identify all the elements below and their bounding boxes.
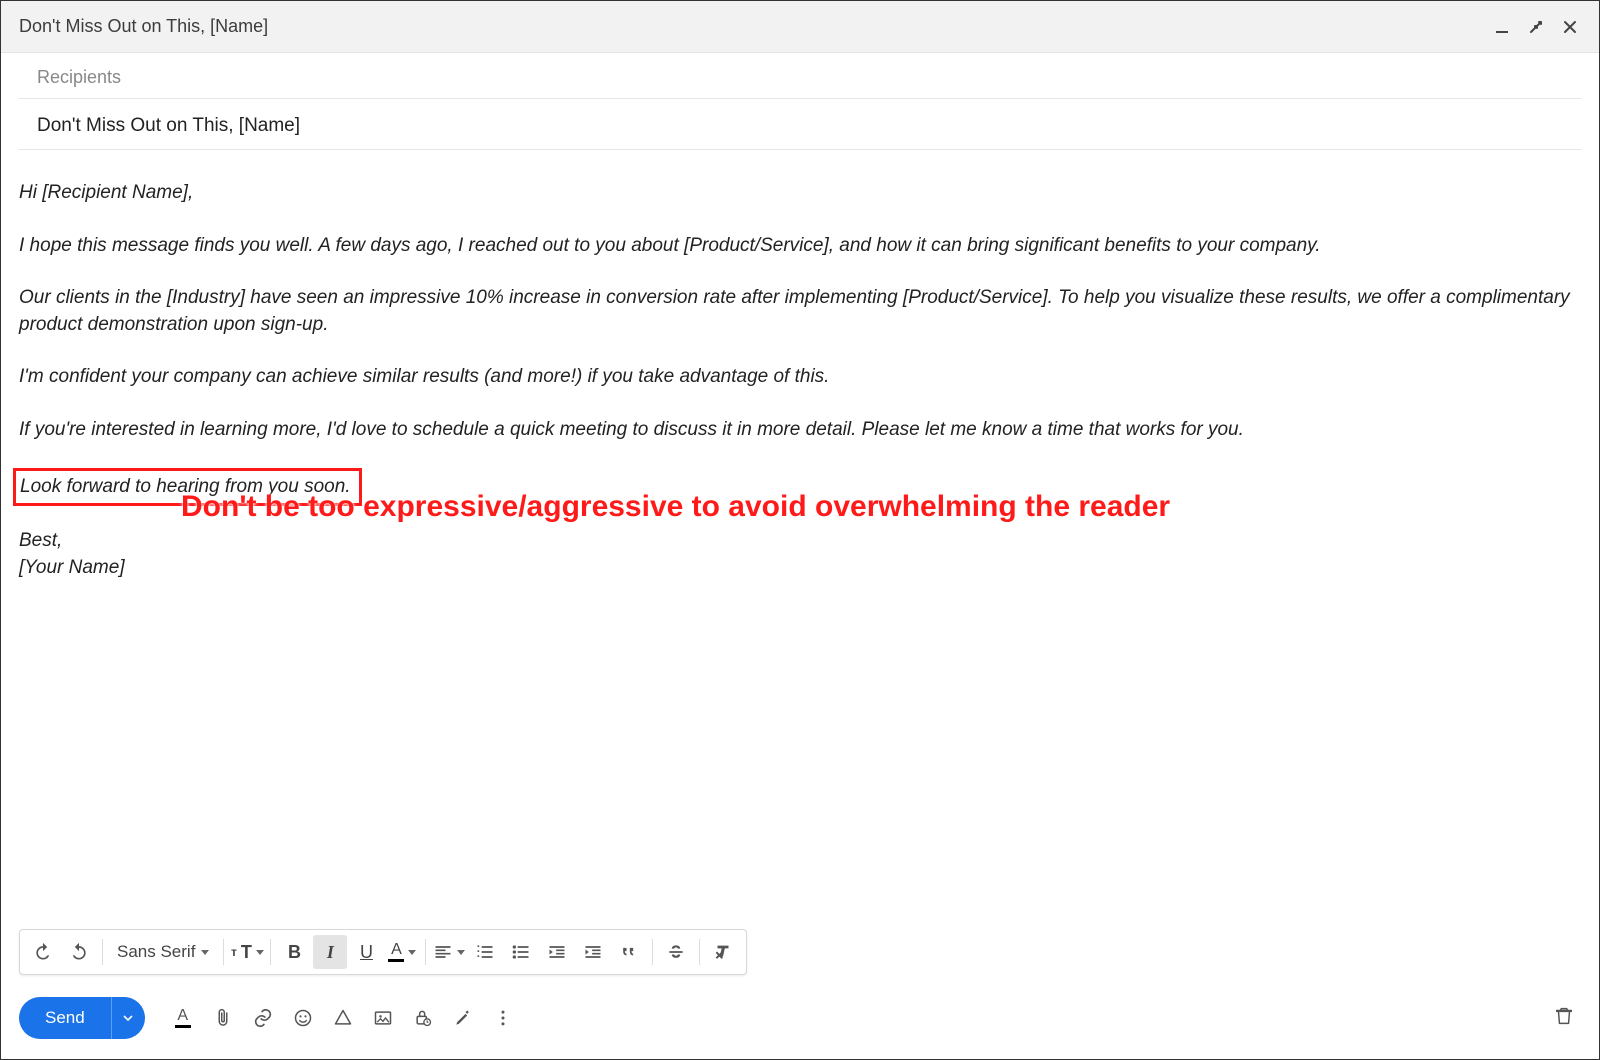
drive-icon <box>333 1008 353 1028</box>
font-family-dropdown[interactable]: Sans Serif <box>109 942 217 962</box>
recipients-placeholder: Recipients <box>37 67 121 87</box>
paperclip-icon <box>213 1008 233 1028</box>
underline-icon: U <box>360 942 373 963</box>
subject-value: Don't Miss Out on This, [Name] <box>37 115 300 136</box>
body-signature: [Your Name] <box>19 555 125 582</box>
numbered-list-icon <box>475 942 495 962</box>
insert-photo-button[interactable] <box>365 1000 401 1036</box>
discard-draft-button[interactable] <box>1553 1005 1575 1032</box>
italic-icon: I <box>327 942 334 963</box>
close-icon <box>1562 19 1578 35</box>
toolbar-separator <box>223 939 224 965</box>
pen-icon <box>453 1008 473 1028</box>
compose-bottom-bar: Send A <box>1 987 1599 1059</box>
restore-icon <box>1527 18 1545 36</box>
quote-button[interactable] <box>612 935 646 969</box>
minimize-icon <box>1494 19 1510 35</box>
undo-button[interactable] <box>26 935 60 969</box>
window-title: Don't Miss Out on This, [Name] <box>19 16 268 37</box>
strikethrough-icon <box>666 942 686 962</box>
body-paragraph: I hope this message finds you well. A fe… <box>19 233 1581 260</box>
toolbar-separator <box>102 939 103 965</box>
quote-icon <box>619 942 639 962</box>
toolbar-separator <box>425 939 426 965</box>
remove-format-button[interactable] <box>706 935 740 969</box>
indent-more-icon <box>583 942 603 962</box>
caret-down-icon <box>408 950 416 955</box>
message-body[interactable]: Hi [Recipient Name], I hope this message… <box>1 150 1599 929</box>
toolbar-separator <box>652 939 653 965</box>
subject-field[interactable]: Don't Miss Out on This, [Name] <box>19 99 1581 150</box>
formatting-options-button[interactable]: A <box>165 1000 201 1036</box>
font-family-label: Sans Serif <box>117 942 195 962</box>
text-color-dropdown[interactable]: A <box>385 935 419 969</box>
compose-window: Don't Miss Out on This, [Name] Recipient… <box>0 0 1600 1060</box>
font-size-dropdown[interactable]: т T <box>230 935 264 969</box>
caret-down-icon <box>457 950 465 955</box>
bulleted-list-button[interactable] <box>504 935 538 969</box>
trash-icon <box>1553 1005 1575 1027</box>
bold-button[interactable]: B <box>277 935 311 969</box>
send-button-group: Send <box>19 997 145 1039</box>
caret-down-icon <box>256 950 264 955</box>
body-greeting: Hi [Recipient Name], <box>19 180 1581 207</box>
insert-signature-button[interactable] <box>445 1000 481 1036</box>
attach-file-button[interactable] <box>205 1000 241 1036</box>
redo-icon <box>69 942 89 962</box>
caret-down-icon <box>201 950 209 955</box>
bulleted-list-icon <box>511 942 531 962</box>
more-vertical-icon <box>493 1008 513 1028</box>
indent-more-button[interactable] <box>576 935 610 969</box>
restore-button[interactable] <box>1525 16 1547 38</box>
underline-button[interactable]: U <box>349 935 383 969</box>
insert-drive-button[interactable] <box>325 1000 361 1036</box>
indent-less-button[interactable] <box>540 935 574 969</box>
formatting-toolbar: Sans Serif т T B I U A <box>19 929 747 975</box>
more-options-button[interactable] <box>485 1000 521 1036</box>
link-icon <box>252 1007 274 1029</box>
photo-icon <box>373 1008 393 1028</box>
indent-less-icon <box>547 942 567 962</box>
titlebar: Don't Miss Out on This, [Name] <box>1 1 1599 53</box>
bottom-left-group: Send A <box>19 997 521 1039</box>
align-dropdown[interactable] <box>432 935 466 969</box>
toolbar-separator <box>270 939 271 965</box>
body-paragraph: Our clients in the [Industry] have seen … <box>19 285 1581 338</box>
numbered-list-button[interactable] <box>468 935 502 969</box>
italic-button[interactable]: I <box>313 935 347 969</box>
redo-button[interactable] <box>62 935 96 969</box>
insert-emoji-button[interactable] <box>285 1000 321 1036</box>
compose-options: A <box>165 1000 521 1036</box>
annotation-text: Don't be too expressive/aggressive to av… <box>181 486 1170 528</box>
text-color-icon: A <box>388 942 404 962</box>
caret-down-icon <box>123 1013 133 1023</box>
font-size-icon: т <box>231 945 237 959</box>
body-paragraph: If you're interested in learning more, I… <box>19 417 1581 444</box>
remove-format-icon <box>712 941 734 963</box>
lock-clock-icon <box>413 1008 433 1028</box>
align-left-icon <box>433 942 453 962</box>
body-paragraph: I'm confident your company can achieve s… <box>19 364 1581 391</box>
bold-icon: B <box>288 942 301 963</box>
recipients-field[interactable]: Recipients <box>19 53 1581 99</box>
close-button[interactable] <box>1559 16 1581 38</box>
text-format-icon: A <box>175 1008 191 1028</box>
confidential-mode-button[interactable] <box>405 1000 441 1036</box>
minimize-button[interactable] <box>1491 16 1513 38</box>
send-options-button[interactable] <box>111 997 145 1039</box>
toolbar-separator <box>699 939 700 965</box>
send-button[interactable]: Send <box>19 997 111 1039</box>
undo-icon <box>33 942 53 962</box>
insert-link-button[interactable] <box>245 1000 281 1036</box>
font-size-icon: T <box>241 942 252 963</box>
emoji-icon <box>293 1008 313 1028</box>
strikethrough-button[interactable] <box>659 935 693 969</box>
window-controls <box>1491 16 1581 38</box>
body-signoff: Best, <box>19 528 1581 555</box>
